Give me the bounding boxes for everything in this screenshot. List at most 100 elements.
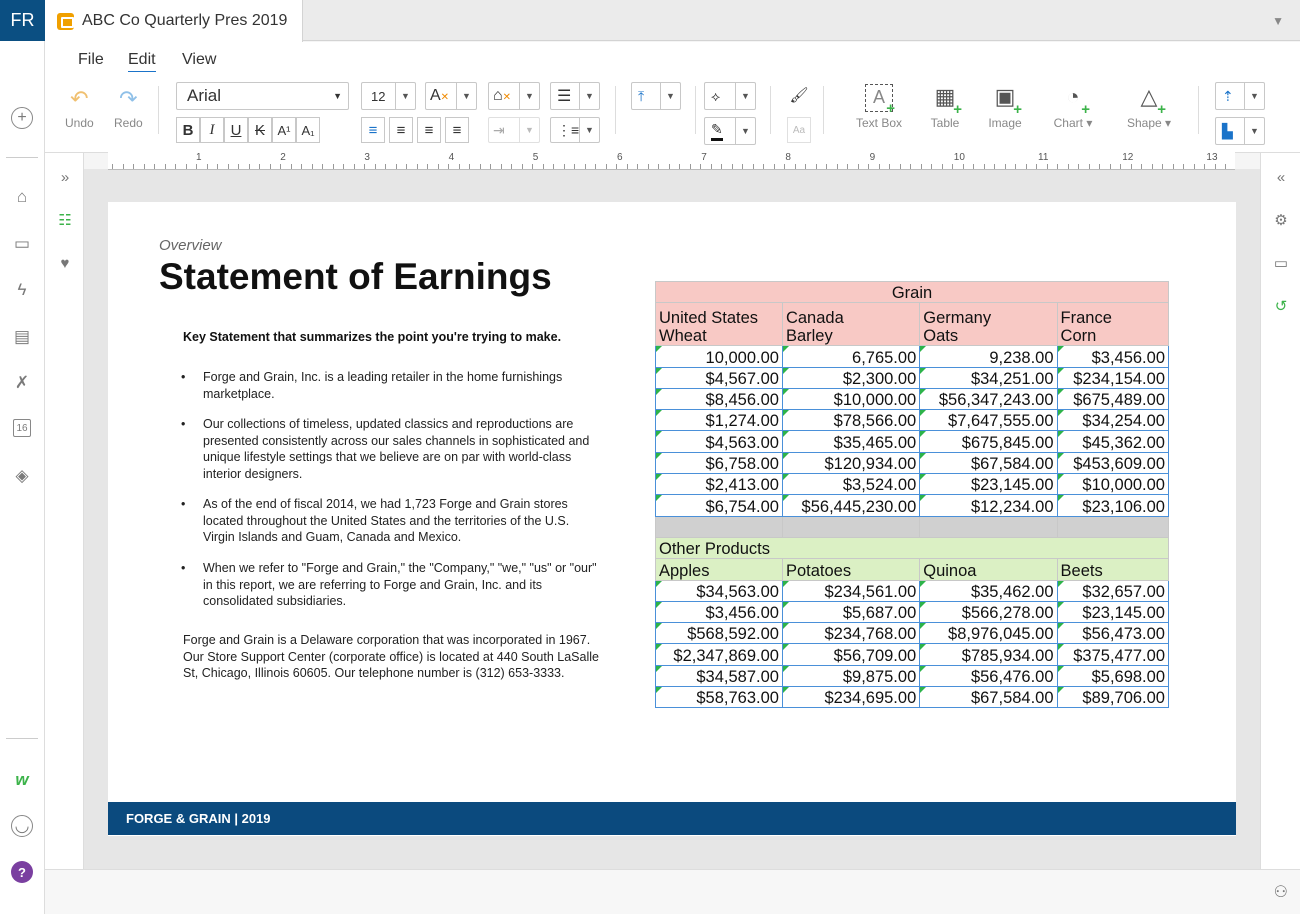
value-cell[interactable]: $120,934.00	[781, 451, 921, 475]
value-cell[interactable]: $56,709.00	[781, 643, 921, 666]
indent-button[interactable]: ⇥ ▼	[488, 117, 540, 143]
value-cell[interactable]: $2,300.00	[781, 366, 921, 389]
value-cell[interactable]: $4,563.00	[655, 430, 783, 453]
value-cell[interactable]: $23,106.00	[1056, 494, 1170, 517]
history-icon[interactable]: ↺	[1271, 296, 1291, 316]
value-cell[interactable]: $34,254.00	[1056, 409, 1170, 432]
chevron-down-icon[interactable]: ▼	[1272, 14, 1284, 28]
vertical-align-button[interactable]: ⤒ ▼	[631, 82, 681, 110]
insert-chart-button[interactable]: ◔ + Chart ▾	[1043, 84, 1103, 130]
value-cell[interactable]: $675,489.00	[1056, 387, 1170, 411]
bullet-list-button[interactable]: ☰ ▼	[550, 82, 600, 110]
grain-header-cell[interactable]: United States Wheat	[655, 302, 783, 347]
value-cell[interactable]: $1,274.00	[655, 409, 783, 432]
help-icon[interactable]: ?	[11, 861, 33, 883]
value-cell[interactable]: $3,456.00	[655, 600, 783, 624]
insert-image-button[interactable]: ▣ + Image	[975, 84, 1035, 130]
expand-panel-icon[interactable]: »	[55, 167, 75, 187]
clear-style-button[interactable]: ⌂✕ ▼	[488, 82, 540, 110]
insert-textbox-button[interactable]: A + Text Box	[849, 84, 909, 130]
value-cell[interactable]: $234,561.00	[781, 579, 921, 602]
value-cell[interactable]: $7,647,555.00	[919, 409, 1058, 432]
product-header-cell[interactable]: Beets	[1056, 558, 1170, 581]
grain-header-cell[interactable]: France Corn	[1056, 302, 1170, 347]
tasks-icon[interactable]: ✗	[11, 372, 33, 394]
earnings-table[interactable]: Grain United States Wheat Canada Barley Germa…	[655, 280, 1170, 709]
insights-icon[interactable]: ◈	[11, 465, 33, 487]
grain-title-cell[interactable]: Grain	[655, 280, 1169, 304]
numbered-list-button[interactable]: ⋮≡ ▼	[550, 117, 600, 143]
value-cell[interactable]: $23,145.00	[919, 473, 1058, 496]
calendar-icon[interactable]: 16	[13, 419, 31, 437]
value-cell[interactable]: $67,584.00	[919, 451, 1058, 475]
value-cell[interactable]: $234,154.00	[1056, 366, 1170, 389]
align-right-button[interactable]: ≡	[417, 117, 441, 143]
value-cell[interactable]: $35,465.00	[781, 430, 921, 453]
user-icon[interactable]: ⚇	[1274, 882, 1288, 902]
format-painter-button[interactable]: 🖌	[787, 82, 811, 108]
italic-button[interactable]: I	[200, 117, 224, 143]
separator-cell[interactable]	[781, 515, 921, 538]
value-cell[interactable]: $45,362.00	[1056, 430, 1170, 453]
bookmark-icon[interactable]: ♥	[55, 253, 75, 273]
text-color-button[interactable]: ✎ ▼	[704, 117, 756, 145]
value-cell[interactable]: $89,706.00	[1056, 686, 1170, 709]
value-cell[interactable]: $34,587.00	[655, 664, 783, 688]
value-cell[interactable]: $12,234.00	[919, 494, 1058, 517]
value-cell[interactable]: $2,347,869.00	[655, 643, 783, 666]
underline-button[interactable]: U	[224, 117, 248, 143]
menu-view[interactable]: View	[182, 51, 216, 69]
value-cell[interactable]: $56,476.00	[919, 664, 1058, 688]
grain-header-cell[interactable]: Germany Oats	[919, 302, 1058, 347]
menu-file[interactable]: File	[78, 51, 104, 69]
settings-icon[interactable]: ⚙	[1271, 210, 1291, 230]
value-cell[interactable]: $23,145.00	[1056, 600, 1170, 624]
value-cell[interactable]: $35,462.00	[919, 579, 1058, 602]
value-cell[interactable]: $34,251.00	[919, 366, 1058, 389]
app-badge[interactable]: FR	[0, 0, 45, 41]
align-objects-button[interactable]: ▙ ▼	[1215, 117, 1265, 145]
value-cell[interactable]: $568,592.00	[655, 622, 783, 645]
outline-icon[interactable]: ☷	[55, 210, 75, 230]
grain-header-cell[interactable]: Canada Barley	[781, 302, 921, 347]
value-cell[interactable]: $78,566.00	[781, 409, 921, 432]
product-header-cell[interactable]: Quinoa	[919, 558, 1058, 581]
value-cell[interactable]: $34,563.00	[655, 579, 783, 602]
value-cell[interactable]: $56,347,243.00	[919, 387, 1058, 411]
value-cell[interactable]: $675,845.00	[919, 430, 1058, 453]
other-products-title-cell[interactable]: Other Products	[655, 536, 1169, 560]
font-family-select[interactable]: Arial ▼	[176, 82, 349, 110]
redo-button[interactable]: ↷ Redo	[114, 86, 143, 130]
justify-button[interactable]: ≡	[445, 117, 469, 143]
collapse-panel-icon[interactable]: «	[1271, 167, 1291, 187]
value-cell[interactable]: $6,754.00	[655, 494, 783, 517]
value-cell[interactable]: $5,687.00	[781, 600, 921, 624]
profile-icon[interactable]: ◡	[11, 815, 33, 837]
value-cell[interactable]: $58,763.00	[655, 686, 783, 709]
value-cell[interactable]: 10,000.00	[655, 345, 783, 368]
arrange-button[interactable]: ⇡ ▼	[1215, 82, 1265, 110]
value-cell[interactable]: $8,456.00	[655, 387, 783, 411]
value-cell[interactable]: $5,698.00	[1056, 664, 1170, 688]
document-tab[interactable]: ABC Co Quarterly Pres 2019	[45, 0, 303, 42]
value-cell[interactable]: $32,657.00	[1056, 579, 1170, 602]
superscript-button[interactable]: A¹	[272, 117, 296, 143]
value-cell[interactable]: $785,934.00	[919, 643, 1058, 666]
value-cell[interactable]: $453,609.00	[1056, 451, 1170, 475]
separator-cell[interactable]	[1056, 515, 1170, 538]
fill-color-button[interactable]: ⟡ ▼	[704, 82, 756, 110]
value-cell[interactable]: $375,477.00	[1056, 643, 1170, 666]
strikethrough-button[interactable]: K	[248, 117, 272, 143]
value-cell[interactable]: $566,278.00	[919, 600, 1058, 624]
value-cell[interactable]: $9,875.00	[781, 664, 921, 688]
value-cell[interactable]: $67,584.00	[919, 686, 1058, 709]
home-icon[interactable]: ⌂	[11, 186, 33, 208]
archive-icon[interactable]: ▤	[11, 326, 33, 348]
value-cell[interactable]: 6,765.00	[781, 345, 921, 368]
undo-button[interactable]: ↶ Undo	[65, 86, 94, 130]
product-header-cell[interactable]: Potatoes	[781, 558, 921, 581]
font-size-select[interactable]: 12 ▼	[361, 82, 416, 110]
add-icon[interactable]: +	[11, 107, 33, 129]
value-cell[interactable]: 9,238.00	[919, 345, 1058, 368]
value-cell[interactable]: $234,695.00	[781, 686, 921, 709]
